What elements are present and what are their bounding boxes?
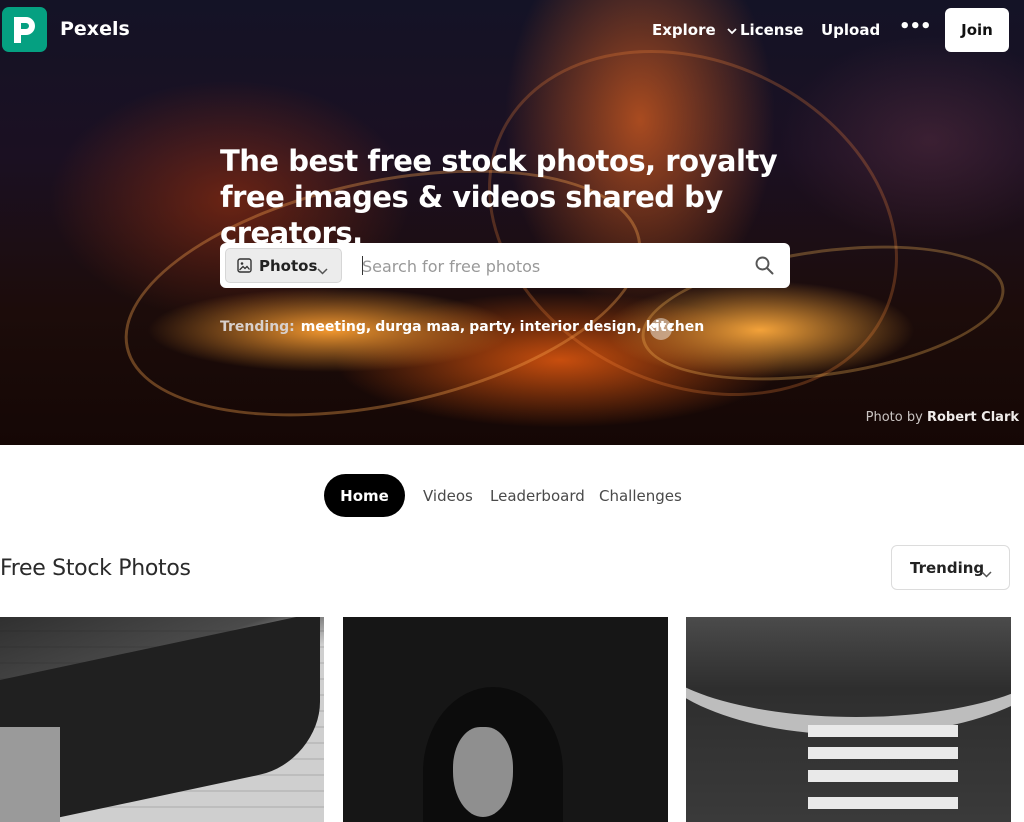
chevron-down-icon xyxy=(727,21,737,39)
brand-name[interactable]: Pexels xyxy=(60,18,130,40)
photo-card[interactable] xyxy=(343,617,668,822)
search-input[interactable] xyxy=(360,250,744,282)
join-button[interactable]: Join xyxy=(945,8,1009,52)
more-menu-icon[interactable]: ••• xyxy=(899,16,932,37)
trending-separator: , xyxy=(636,319,642,335)
tab-videos[interactable]: Videos xyxy=(423,487,473,505)
media-type-select[interactable]: Photos xyxy=(225,248,342,283)
crosswalk-stripe xyxy=(808,747,958,759)
sort-label: Trending xyxy=(910,559,985,577)
search-bar: Photos xyxy=(220,243,790,288)
tab-home[interactable]: Home xyxy=(324,474,405,517)
trending-tag[interactable]: interior design xyxy=(520,319,637,335)
trending-tag[interactable]: durga maa xyxy=(375,319,460,335)
section-title: Free Stock Photos xyxy=(0,556,191,581)
crosswalk-stripe xyxy=(808,725,958,737)
trending-list: Trending: meeting, durga maa, party, interio… xyxy=(220,319,704,335)
photo-credit-author[interactable]: Robert Clark xyxy=(927,410,1019,425)
chevron-down-icon xyxy=(317,260,328,279)
photo-card[interactable] xyxy=(0,617,324,822)
photo-curb xyxy=(686,617,1011,735)
trending-more-icon[interactable]: ••• xyxy=(650,318,675,340)
nav-upload[interactable]: Upload xyxy=(821,21,880,39)
trending-separator: , xyxy=(459,319,466,335)
tab-leaderboard[interactable]: Leaderboard xyxy=(490,487,585,505)
trending-tag[interactable]: party xyxy=(469,319,510,335)
hero-banner: Pexels Explore License Upload ••• Join T… xyxy=(0,0,1024,445)
trending-separator: , xyxy=(365,319,372,335)
trending-separator: , xyxy=(510,319,516,335)
nav-explore-label: Explore xyxy=(652,21,716,39)
photo-wall xyxy=(0,727,60,822)
pexels-logo-icon[interactable] xyxy=(2,7,47,52)
media-type-label: Photos xyxy=(259,257,318,275)
photo-card[interactable] xyxy=(686,617,1011,822)
trending-tag[interactable]: meeting xyxy=(301,319,366,335)
search-icon[interactable] xyxy=(755,256,774,279)
crosswalk-stripe xyxy=(808,797,958,809)
photo-credit-prefix: Photo by xyxy=(865,410,923,425)
hero-headline: The best free stock photos, royalty free… xyxy=(220,144,778,250)
photo-credit: Photo by Robert Clark xyxy=(866,410,1019,425)
sort-select[interactable]: Trending xyxy=(891,545,1010,590)
nav-license[interactable]: License xyxy=(740,21,804,39)
tab-challenges[interactable]: Challenges xyxy=(599,487,682,505)
image-icon xyxy=(237,258,252,277)
crosswalk-stripe xyxy=(808,770,958,782)
trending-label: Trending: xyxy=(220,319,295,335)
photo-portrait-face xyxy=(453,727,513,817)
chevron-down-icon xyxy=(981,563,992,582)
nav-explore[interactable]: Explore xyxy=(652,21,737,39)
logo-glyph xyxy=(14,17,35,43)
